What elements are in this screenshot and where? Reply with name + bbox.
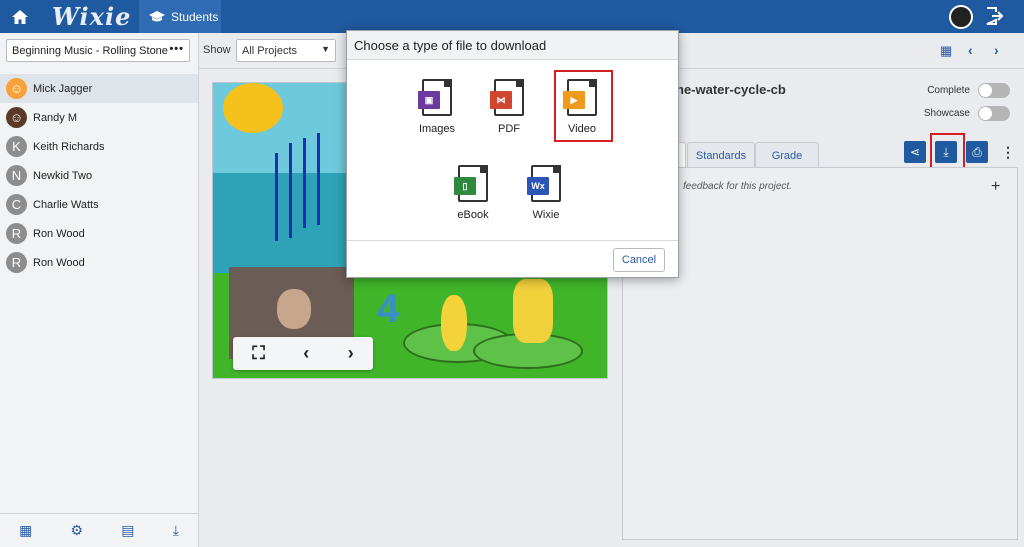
- video-highlight: [554, 70, 613, 142]
- chevron-down-icon: ▼: [321, 44, 330, 54]
- arrow-illustration: [303, 138, 306, 228]
- file-option-label: PDF: [498, 123, 520, 135]
- tab-standards[interactable]: Standards: [687, 142, 755, 168]
- file-option-label: Wixie: [532, 209, 560, 221]
- student-name: Mick Jagger: [33, 82, 93, 95]
- student-name: Ron Wood: [33, 227, 85, 240]
- person-face: [277, 289, 311, 329]
- download-icon[interactable]: ⤓: [173, 522, 179, 539]
- file-option-ebook[interactable]: ▯ eBook: [443, 165, 503, 221]
- arrow-illustration: [289, 143, 292, 238]
- avatar: R: [6, 223, 27, 244]
- share-button[interactable]: ⋖: [904, 141, 926, 163]
- report-icon[interactable]: ▤: [121, 522, 134, 539]
- modal-title: Choose a type of file to download: [347, 31, 678, 60]
- logout-button[interactable]: [984, 6, 1004, 26]
- modal-footer-divider: [347, 240, 678, 241]
- student-item[interactable]: ☺ Randy M: [0, 103, 198, 132]
- complete-toggle[interactable]: [978, 83, 1010, 98]
- file-option-wixie[interactable]: Wx Wixie: [516, 165, 576, 221]
- avatar: N: [6, 165, 27, 186]
- logout-icon: [986, 7, 1004, 25]
- showcase-toggle[interactable]: [978, 106, 1010, 121]
- print-icon: ⎙: [972, 144, 982, 159]
- file-option-pdf[interactable]: ⋈ PDF: [479, 79, 539, 135]
- share-icon: ⋖: [909, 145, 921, 159]
- file-option-images[interactable]: ▣ Images: [407, 79, 467, 135]
- feedback-area: [622, 167, 1018, 540]
- image-file-icon: ▣: [418, 79, 454, 117]
- student-name: Charlie Watts: [33, 198, 99, 211]
- ebook-file-icon: ▯: [454, 165, 490, 203]
- qr-code-icon[interactable]: ▦: [19, 522, 32, 539]
- home-button[interactable]: [8, 6, 32, 28]
- student-list: ☺ Mick Jagger ☺ Randy M K Keith Richards…: [0, 74, 198, 277]
- graduation-cap-icon: [149, 10, 165, 21]
- student-item[interactable]: K Keith Richards: [0, 132, 198, 161]
- avatar: C: [6, 194, 27, 215]
- user-avatar[interactable]: [949, 5, 973, 29]
- add-feedback-button[interactable]: +: [991, 178, 1000, 196]
- student-name: Randy M: [33, 111, 78, 124]
- file-option-label: Images: [418, 123, 456, 135]
- chevron-right-icon[interactable]: ›: [994, 42, 999, 58]
- more-options-icon[interactable]: •••: [169, 43, 184, 55]
- pdf-file-icon: ⋈: [490, 79, 526, 117]
- wixie-logo[interactable]: Wixie: [52, 2, 131, 31]
- projects-dropdown-value: All Projects: [242, 44, 298, 57]
- preview-nav-bar: ⛶ ‹ ›: [233, 337, 373, 370]
- girl-illustration: [513, 279, 553, 343]
- student-panel: Beginning Music - Rolling Stone ••• ☺ Mi…: [0, 33, 199, 547]
- chevron-left-icon[interactable]: ‹: [303, 343, 309, 364]
- home-icon: [12, 10, 28, 24]
- student-item[interactable]: ☺ Mick Jagger: [0, 74, 198, 103]
- student-name: Newkid Two: [33, 169, 93, 182]
- fullscreen-icon[interactable]: ⛶: [252, 343, 265, 364]
- bottom-toolbar: ▦ ⚙ ▤ ⤓: [0, 513, 198, 547]
- class-selector[interactable]: Beginning Music - Rolling Stone •••: [6, 39, 190, 62]
- complete-toggle-row: Complete: [927, 83, 1010, 98]
- avatar: R: [6, 252, 27, 273]
- top-bar: Wixie Students: [0, 0, 1024, 33]
- feedback-placeholder: feedback for this project.: [683, 181, 792, 192]
- chevron-right-icon[interactable]: ›: [348, 343, 354, 364]
- avatar: ☺: [6, 78, 27, 99]
- projects-dropdown[interactable]: All Projects ▼: [236, 39, 336, 62]
- showcase-toggle-row: Showcase: [924, 106, 1010, 121]
- student-item[interactable]: R Ron Wood: [0, 219, 198, 248]
- number-illustration: 4: [377, 287, 400, 331]
- avatar: K: [6, 136, 27, 157]
- class-name: Beginning Music - Rolling Stone: [12, 44, 168, 57]
- tab-students[interactable]: Students: [139, 0, 221, 33]
- complete-label: Complete: [927, 85, 970, 96]
- student-name: Ron Wood: [33, 256, 85, 269]
- file-option-label: eBook: [457, 209, 489, 221]
- sun-illustration: [223, 83, 283, 133]
- tab-students-label: Students: [171, 9, 219, 24]
- showcase-label: Showcase: [923, 108, 970, 119]
- student-item[interactable]: C Charlie Watts: [0, 190, 198, 219]
- show-label: Show: [203, 44, 231, 56]
- duck-illustration: [441, 295, 467, 351]
- project-title: he-water-cycle-cb: [676, 82, 786, 97]
- chevron-left-icon[interactable]: ‹: [968, 42, 973, 58]
- student-item[interactable]: R Ron Wood: [0, 248, 198, 277]
- tab-grade[interactable]: Grade: [755, 142, 819, 168]
- wixie-file-icon: Wx: [527, 165, 563, 203]
- more-vertical-icon[interactable]: ⋮: [1001, 144, 1015, 161]
- gear-icon[interactable]: ⚙: [71, 522, 84, 539]
- download-modal: Choose a type of file to download ▣ Imag…: [346, 30, 679, 278]
- student-item[interactable]: N Newkid Two: [0, 161, 198, 190]
- arrow-illustration: [275, 153, 278, 241]
- arrow-illustration: [317, 133, 320, 225]
- grid-view-icon[interactable]: ▦: [940, 43, 952, 59]
- avatar: ☺: [6, 107, 27, 128]
- student-name: Keith Richards: [33, 140, 105, 153]
- print-button[interactable]: ⎙: [966, 141, 988, 163]
- cancel-button[interactable]: Cancel: [613, 248, 665, 272]
